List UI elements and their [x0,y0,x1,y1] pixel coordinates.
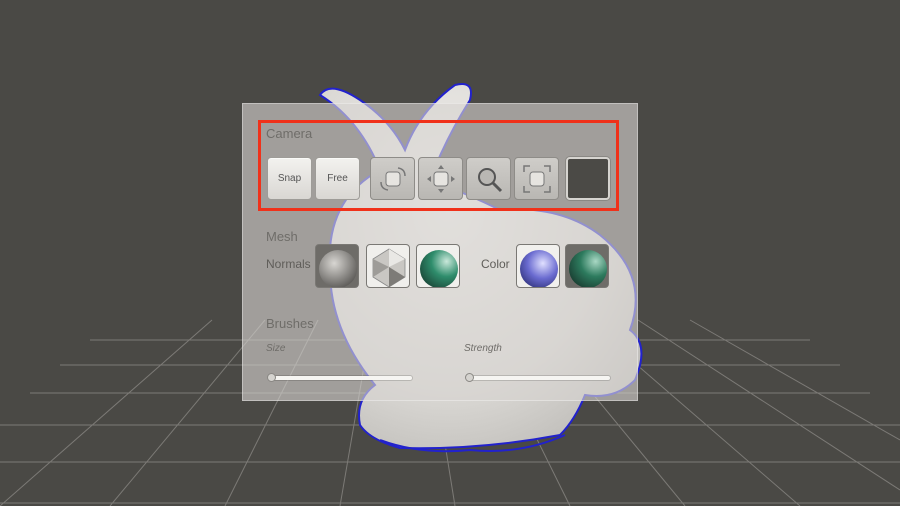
pan-icon [426,164,455,193]
free-button[interactable]: Free [315,157,360,200]
zoom-button[interactable] [466,157,511,200]
mesh-section-title: Mesh [266,229,298,244]
frame-button[interactable] [514,157,559,200]
matcap-clay-button[interactable] [315,244,359,288]
brushes-section-title: Brushes [266,316,314,331]
matcap-blue-button[interactable] [516,244,560,288]
matcap-green-color-button[interactable] [565,244,609,288]
matcap-green-color-icon [566,245,608,287]
strength-slider-knob[interactable] [465,373,474,382]
pan-button[interactable] [418,157,463,200]
normals-label: Normals [266,257,311,271]
strength-label: Strength [464,343,502,354]
frame-icon [522,164,551,193]
zoom-icon [477,167,502,192]
strength-slider[interactable] [468,376,610,380]
rotate-button[interactable] [370,157,415,200]
matcap-blue-icon [517,245,559,287]
matcap-faceted-icon [367,245,409,287]
color-label: Color [481,257,510,271]
matcap-clay-icon [316,245,358,287]
matcap-faceted-button[interactable] [366,244,410,288]
rotate-icon [379,166,406,191]
snap-button[interactable]: Snap [267,157,312,200]
matcap-green-icon [417,245,459,287]
camera-section-title: Camera [266,126,313,141]
size-slider[interactable] [270,376,412,380]
size-label: Size [266,343,286,354]
matcap-green-button[interactable] [416,244,460,288]
camera-color-swatch[interactable] [566,157,610,200]
size-slider-knob[interactable] [267,373,276,382]
